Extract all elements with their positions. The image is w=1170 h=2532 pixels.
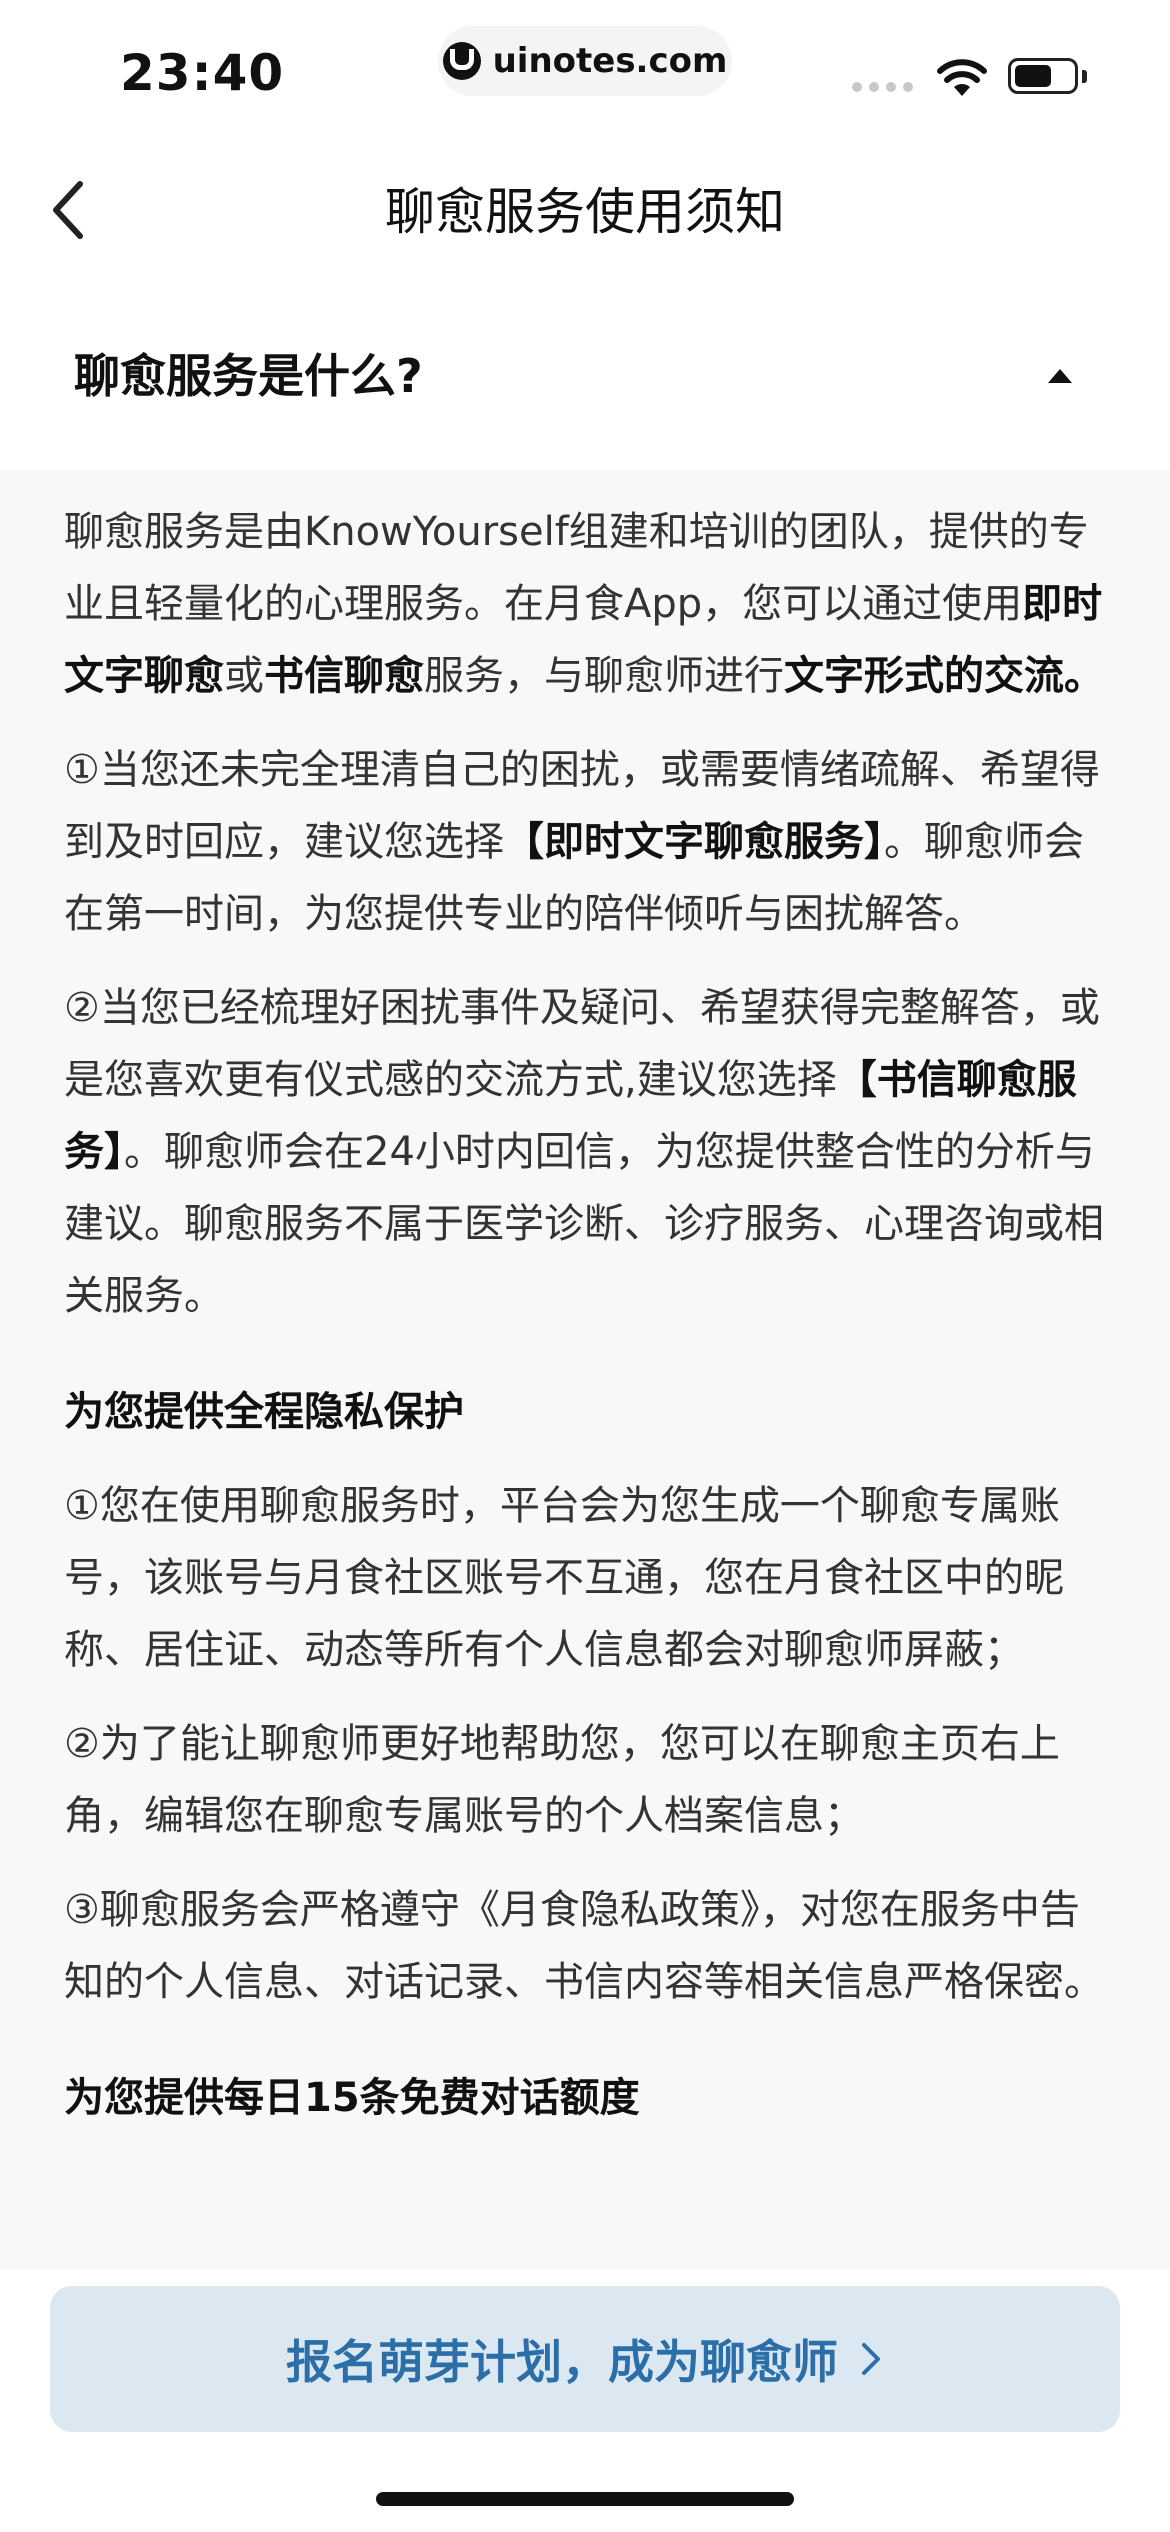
wifi-icon [937, 59, 987, 96]
privacy-heading: 为您提供全程隐私保护 [64, 1389, 464, 1435]
chevron-right-icon [862, 2343, 880, 2375]
url-pill[interactable]: uinotes.com [438, 26, 732, 96]
status-time: 23:40 [120, 44, 285, 102]
battery-cap [1082, 70, 1087, 83]
intro-paragraph: 聊愈服务是由KnowYourself组建和培训的团队，提供的专业且轻量化的心理服… [64, 509, 1104, 699]
content-area: 聊愈服务是由KnowYourself组建和培训的团队，提供的专业且轻量化的心理服… [0, 470, 1170, 2270]
quota-heading: 为您提供每日15条免费对话额度 [64, 2075, 640, 2121]
url-text: uinotes.com [492, 41, 728, 81]
battery-icon [1008, 58, 1078, 94]
collapse-triangle-icon[interactable] [1040, 355, 1080, 395]
site-logo-icon [442, 42, 481, 80]
nav-bar: 聊愈服务使用须知 [0, 130, 1170, 280]
privacy-item-1: ①您在使用聊愈服务时，平台会为您生成一个聊愈专属账号，该账号与月食社区账号不互通… [64, 1483, 1064, 1673]
page-title: 聊愈服务使用须知 [385, 183, 785, 241]
section-header[interactable]: 聊愈服务是什么? [0, 300, 1170, 470]
bottom-bar: 报名萌芽计划，成为聊愈师 [0, 2270, 1170, 2532]
letter-chat-paragraph: ②当您已经梳理好困扰事件及疑问、希望获得完整解答，或是您喜欢更有仪式感的交流方式… [64, 985, 1104, 1319]
home-indicator [376, 2492, 794, 2506]
status-bar: 23:40 uinotes.com [0, 0, 1170, 130]
section-title: 聊愈服务是什么? [74, 349, 423, 403]
privacy-item-3: ③聊愈服务会严格遵守《月食隐私政策》，对您在服务中告知的个人信息、对话记录、书信… [64, 1887, 1104, 2005]
join-program-button[interactable]: 报名萌芽计划，成为聊愈师 [50, 2286, 1120, 2432]
join-program-label: 报名萌芽计划，成为聊愈师 [286, 2335, 838, 2389]
cellular-signal-icon [852, 82, 913, 92]
privacy-item-2: ②为了能让聊愈师更好地帮助您，您可以在聊愈主页右上角，编辑您在聊愈专属账号的个人… [64, 1721, 1060, 1839]
instant-chat-paragraph: ①当您还未完全理清自己的困扰，或需要情绪疏解、希望得到及时回应，建议您选择【即时… [64, 747, 1100, 937]
